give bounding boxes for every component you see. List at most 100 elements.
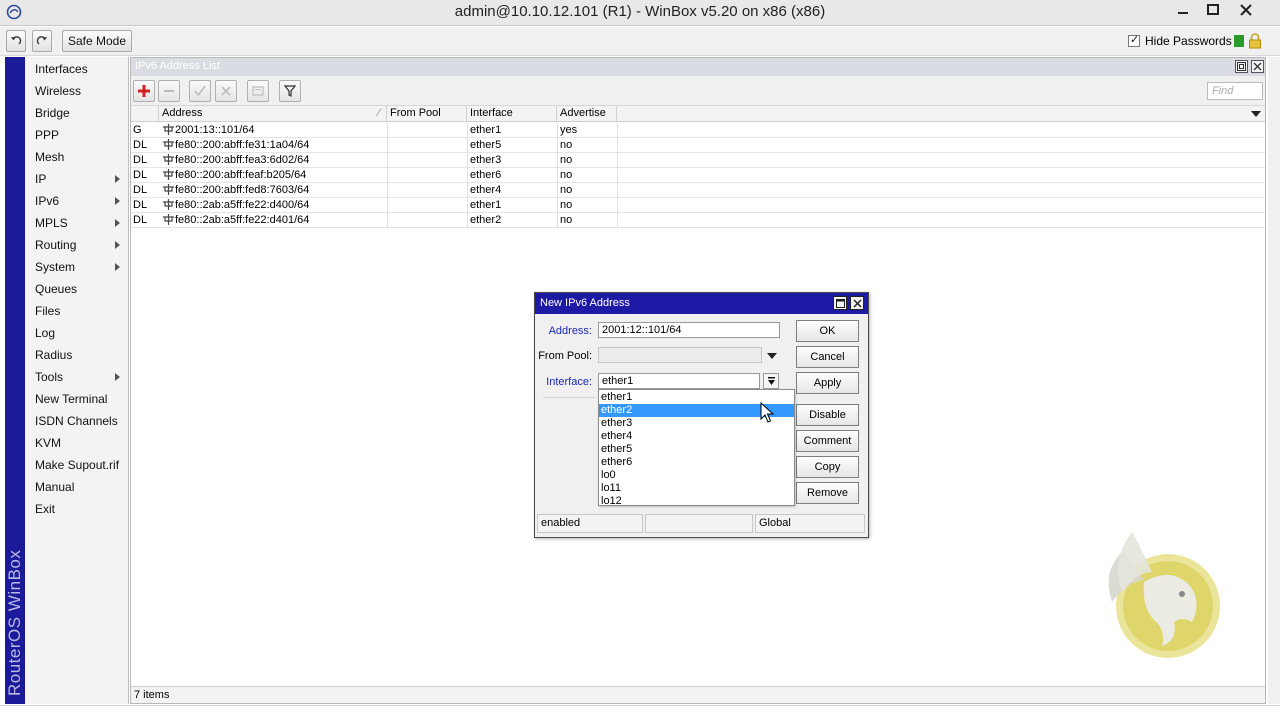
add-button[interactable] [133,80,155,102]
sidebar-item-interfaces[interactable]: Interfaces [25,58,129,80]
right-scrollbar-track[interactable] [1268,57,1280,704]
interface-dropdown-button[interactable] [763,373,779,389]
column-header-from-pool[interactable]: From Pool [387,106,467,122]
dropdown-option[interactable]: ether4 [599,430,794,443]
maximize-button[interactable] [1198,0,1228,20]
table-row[interactable]: DL fe80::200:abff:fe31:1a04/64 ether5 no [131,138,1265,153]
address-icon [163,139,174,150]
table-row[interactable]: DL fe80::2ab:a5ff:fe22:d400/64 ether1 no [131,198,1265,213]
undo-button[interactable] [6,30,26,52]
ok-button[interactable]: OK [796,320,859,342]
column-menu-icon[interactable] [1251,110,1261,118]
sidebar-item-system[interactable]: System [25,256,129,278]
remove-button[interactable] [158,80,180,102]
comment-button[interactable]: Comment [796,430,859,452]
submenu-arrow-icon [115,219,120,227]
enable-button[interactable] [189,80,211,102]
table-row[interactable]: DL fe80::200:abff:fed8:7603/64 ether4 no [131,183,1265,198]
status-enabled: enabled [537,514,643,533]
pane-close-button[interactable] [1251,60,1264,73]
minimize-button[interactable] [1168,0,1198,20]
table-row[interactable]: DL fe80::200:abff:feaf:b205/64 ether6 no [131,168,1265,183]
column-header-address[interactable]: Address ⁄ [159,106,387,122]
sidebar-item-ipv6[interactable]: IPv6 [25,190,129,212]
row-address: fe80::200:abff:feaf:b205/64 [163,168,306,183]
sidebar-item-ppp[interactable]: PPP [25,124,129,146]
sidebar-item-make-supout[interactable]: Make Supout.rif [25,454,129,476]
dropdown-option[interactable]: lo0 [599,469,794,482]
sidebar-item-mpls[interactable]: MPLS [25,212,129,234]
sidebar-item-mesh[interactable]: Mesh [25,146,129,168]
sidebar-item-kvm[interactable]: KVM [25,432,129,454]
sidebar-item-new-terminal[interactable]: New Terminal [25,388,129,410]
hide-passwords-toggle[interactable]: Hide Passwords [1128,33,1232,48]
table-row[interactable]: DL fe80::200:abff:fea3:6d02/64 ether3 no [131,153,1265,168]
apply-button[interactable]: Apply [796,372,859,394]
comment-button[interactable] [247,80,269,102]
column-header-interface[interactable]: Interface [467,106,557,122]
table-row[interactable]: DL fe80::2ab:a5ff:fe22:d401/64 ether2 no [131,213,1265,228]
address-icon [163,199,174,210]
dialog-close-button[interactable] [850,296,864,310]
sidebar-item-wireless[interactable]: Wireless [25,80,129,102]
sidebar-item-label: Radius [35,348,73,362]
sidebar-item-bridge[interactable]: Bridge [25,102,129,124]
pane-restore-button[interactable] [1235,60,1248,73]
sidebar-item-tools[interactable]: Tools [25,366,129,388]
disable-button[interactable]: Disable [796,404,859,426]
cancel-button[interactable]: Cancel [796,346,859,368]
sidebar-item-label: Make Supout.rif [35,458,120,472]
dropdown-option[interactable]: lo11 [599,482,794,495]
hide-passwords-checkbox[interactable] [1128,33,1140,47]
row-address: fe80::200:abff:fed8:7603/64 [163,183,309,198]
column-header-flags[interactable] [131,106,159,122]
status-scope: Global [755,514,865,533]
remove-button[interactable]: Remove [796,482,859,504]
window-titlebar: admin@10.10.12.101 (R1) - WinBox v5.20 o… [0,0,1280,26]
address-field[interactable]: 2001:12::101/64 [598,322,780,338]
redo-button[interactable] [32,30,52,52]
dropdown-option[interactable]: ether5 [599,443,794,456]
sort-icon: ⁄ [378,107,380,119]
close-window-button[interactable] [1230,0,1262,20]
list-toolbar [131,76,1265,106]
row-interface: ether1 [470,199,502,211]
find-input[interactable] [1207,82,1263,100]
from-pool-field[interactable] [598,347,762,363]
divider [543,397,595,398]
window-title: admin@10.10.12.101 (R1) - WinBox v5.20 o… [454,3,826,20]
status-middle [645,514,753,533]
sidebar-item-label: Interfaces [35,62,88,76]
sidebar-item-ip[interactable]: IP [25,168,129,190]
row-interface: ether4 [470,184,502,196]
copy-button[interactable]: Copy [796,456,859,478]
sidebar-item-label: PPP [35,128,60,142]
sidebar-item-log[interactable]: Log [25,322,129,344]
safe-mode-button[interactable]: Safe Mode [62,30,132,52]
dialog-restore-button[interactable] [833,296,847,310]
interface-select[interactable]: ether1 [598,373,760,389]
sidebar-item-files[interactable]: Files [25,300,129,322]
sidebar-item-label: ISDN Channels [35,414,118,428]
row-flags: DL [133,184,148,196]
sidebar-item-manual[interactable]: Manual [25,476,129,498]
minimize-icon [1178,12,1188,14]
restore-icon [835,298,845,308]
sidebar-item-label: IPv6 [35,194,60,208]
sidebar-item-isdn-channels[interactable]: ISDN Channels [25,410,129,432]
disable-button[interactable] [215,80,237,102]
dropdown-option[interactable]: ether6 [599,456,794,469]
comment-icon [252,86,264,96]
from-pool-label: From Pool: [538,350,592,362]
sidebar-menu: Interfaces Wireless Bridge PPP Mesh IP I… [25,57,129,704]
sidebar-item-queues[interactable]: Queues [25,278,129,300]
table-row[interactable]: G 2001:13::101/64 ether1 yes [131,123,1265,138]
sidebar-item-exit[interactable]: Exit [25,498,129,520]
dropdown-option[interactable]: lo12 [599,495,794,507]
column-header-advertise[interactable]: Advertise [557,106,617,122]
sidebar-item-radius[interactable]: Radius [25,344,129,366]
sidebar-item-routing[interactable]: Routing [25,234,129,256]
filter-button[interactable] [279,80,301,102]
from-pool-dropdown-icon[interactable] [767,353,777,359]
close-icon [1253,62,1262,71]
